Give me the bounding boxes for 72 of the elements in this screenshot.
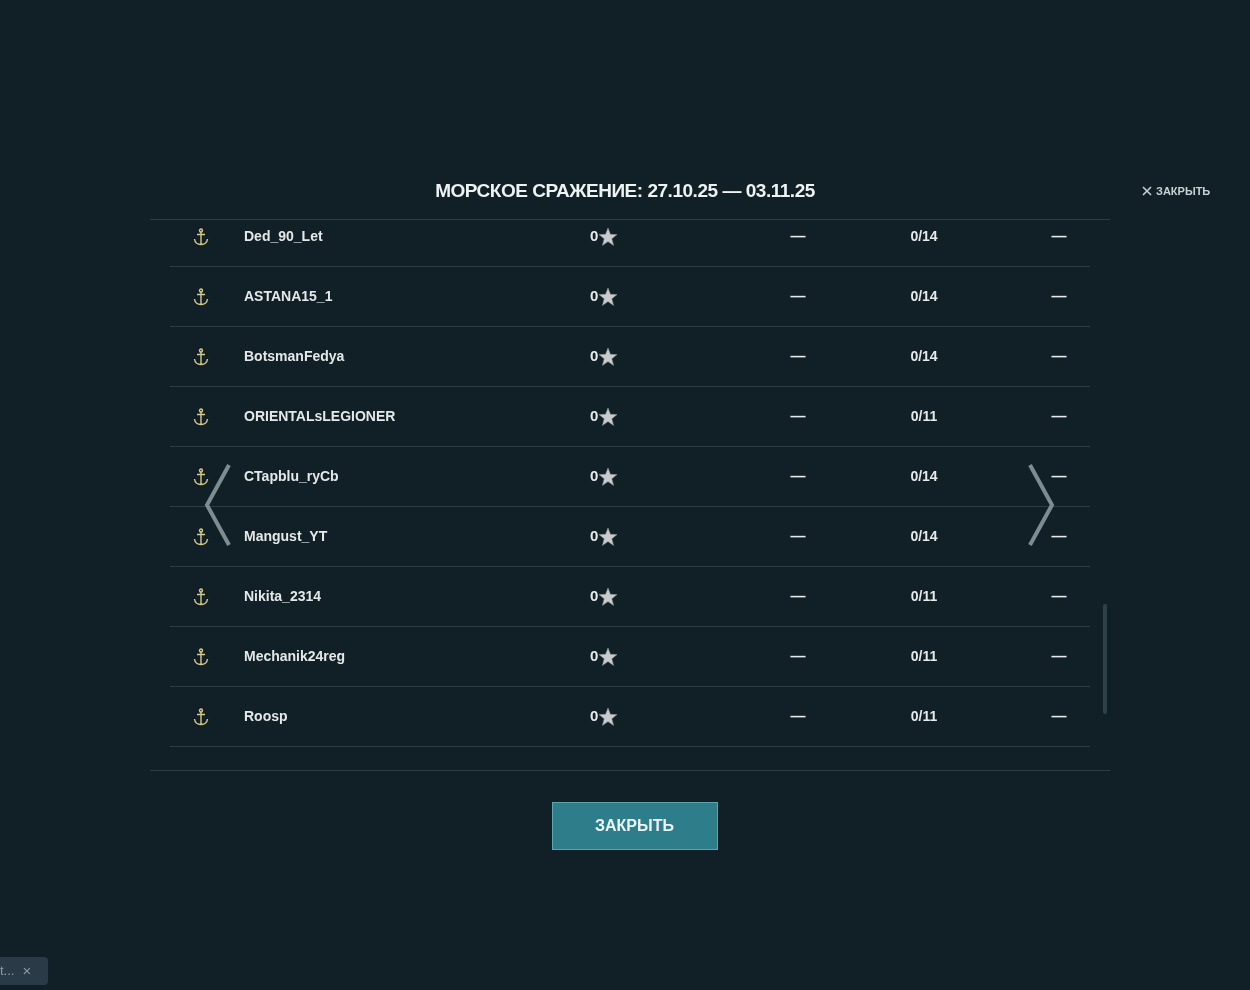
- score-text: 0: [590, 466, 599, 487]
- table-cell-text: —: [789, 346, 807, 367]
- player-name: Ded_90_Let: [244, 227, 324, 246]
- player-name: ASTANA15_1: [244, 287, 334, 306]
- table-cell-text: —: [789, 706, 807, 727]
- player-name: CTapblu_ryCb: [244, 467, 340, 486]
- score-text: 0: [590, 406, 599, 427]
- anchor-icon: [193, 647, 209, 666]
- table-cell-text: —: [1050, 526, 1068, 547]
- table-cell-text: —: [1050, 646, 1068, 667]
- table-cell-text: 0/14: [909, 527, 939, 546]
- score-text: 0: [590, 586, 599, 607]
- table-cell-text: 0/14: [909, 227, 939, 246]
- table-cell-text: —: [789, 466, 807, 487]
- table-cell-text: —: [789, 406, 807, 427]
- player-name: Mechanik24reg: [244, 647, 347, 666]
- player-name: Nikita_2314: [244, 587, 323, 606]
- star-icon: [598, 346, 619, 367]
- table-cell-text: 0/11: [909, 707, 939, 726]
- close-button[interactable]: ЗАКРЫТЬ: [551, 802, 718, 850]
- table-cell-text: —: [789, 586, 807, 607]
- table-cell-text: 0/14: [909, 347, 939, 366]
- star-icon: [598, 586, 619, 607]
- table-cell-text: —: [1050, 706, 1068, 727]
- score-text: 0: [590, 346, 599, 367]
- table-cell-text: —: [789, 286, 807, 307]
- table-cell-text: —: [1050, 406, 1068, 427]
- star-icon: [598, 466, 619, 487]
- score-text: 0: [590, 286, 599, 307]
- scrollbar[interactable]: [1103, 604, 1107, 714]
- anchor-icon: [193, 347, 209, 366]
- chevron-right-icon[interactable]: [1028, 464, 1056, 546]
- star-icon: [598, 646, 619, 667]
- anchor-icon: [193, 527, 209, 546]
- table-cell-text: —: [789, 526, 807, 547]
- table-cell-text: 0/11: [909, 407, 939, 426]
- score-text: 0: [590, 526, 599, 547]
- table-cell-text: —: [1050, 226, 1068, 247]
- player-name: Roosp: [244, 707, 289, 726]
- table-cell-text: 0/14: [909, 287, 939, 306]
- chevron-left-icon[interactable]: [203, 464, 231, 546]
- table-cell-text: 0/11: [909, 587, 939, 606]
- player-name: BotsmanFedya: [244, 347, 346, 366]
- anchor-icon: [193, 707, 209, 726]
- star-icon: [598, 226, 619, 247]
- table-cell-text: —: [1050, 466, 1068, 487]
- toast-text: t...: [0, 962, 15, 981]
- table-cell-text: —: [789, 226, 807, 247]
- player-name: ORIENTALsLEGIONER: [244, 407, 397, 426]
- score-text: 0: [590, 226, 599, 247]
- dialog-title: МОРСКОЕ СРАЖЕНИЕ: 27.10.25 — 03.11.25: [435, 178, 815, 203]
- star-icon: [598, 526, 619, 547]
- table-cell-text: —: [789, 646, 807, 667]
- anchor-icon: [193, 587, 209, 606]
- table-cell-text: 0/14: [909, 467, 939, 486]
- star-icon: [598, 706, 619, 727]
- anchor-icon: [193, 467, 209, 486]
- star-icon: [598, 286, 619, 307]
- score-text: 0: [590, 706, 599, 727]
- star-icon: [598, 406, 619, 427]
- anchor-icon: [193, 287, 209, 306]
- anchor-icon: [193, 407, 209, 426]
- table-cell-text: —: [1050, 346, 1068, 367]
- table-cell-text: —: [1050, 286, 1068, 307]
- table-cell-text: —: [1050, 586, 1068, 607]
- score-text: 0: [590, 646, 599, 667]
- close-button[interactable]: ×: [22, 959, 32, 983]
- table-cell-text: 0/11: [909, 647, 939, 666]
- anchor-icon: [193, 227, 209, 246]
- player-name: Mangust_YT: [244, 527, 329, 546]
- close-icon: [1142, 186, 1152, 197]
- close-link[interactable]: ЗАКРЫТЬ: [1142, 183, 1211, 200]
